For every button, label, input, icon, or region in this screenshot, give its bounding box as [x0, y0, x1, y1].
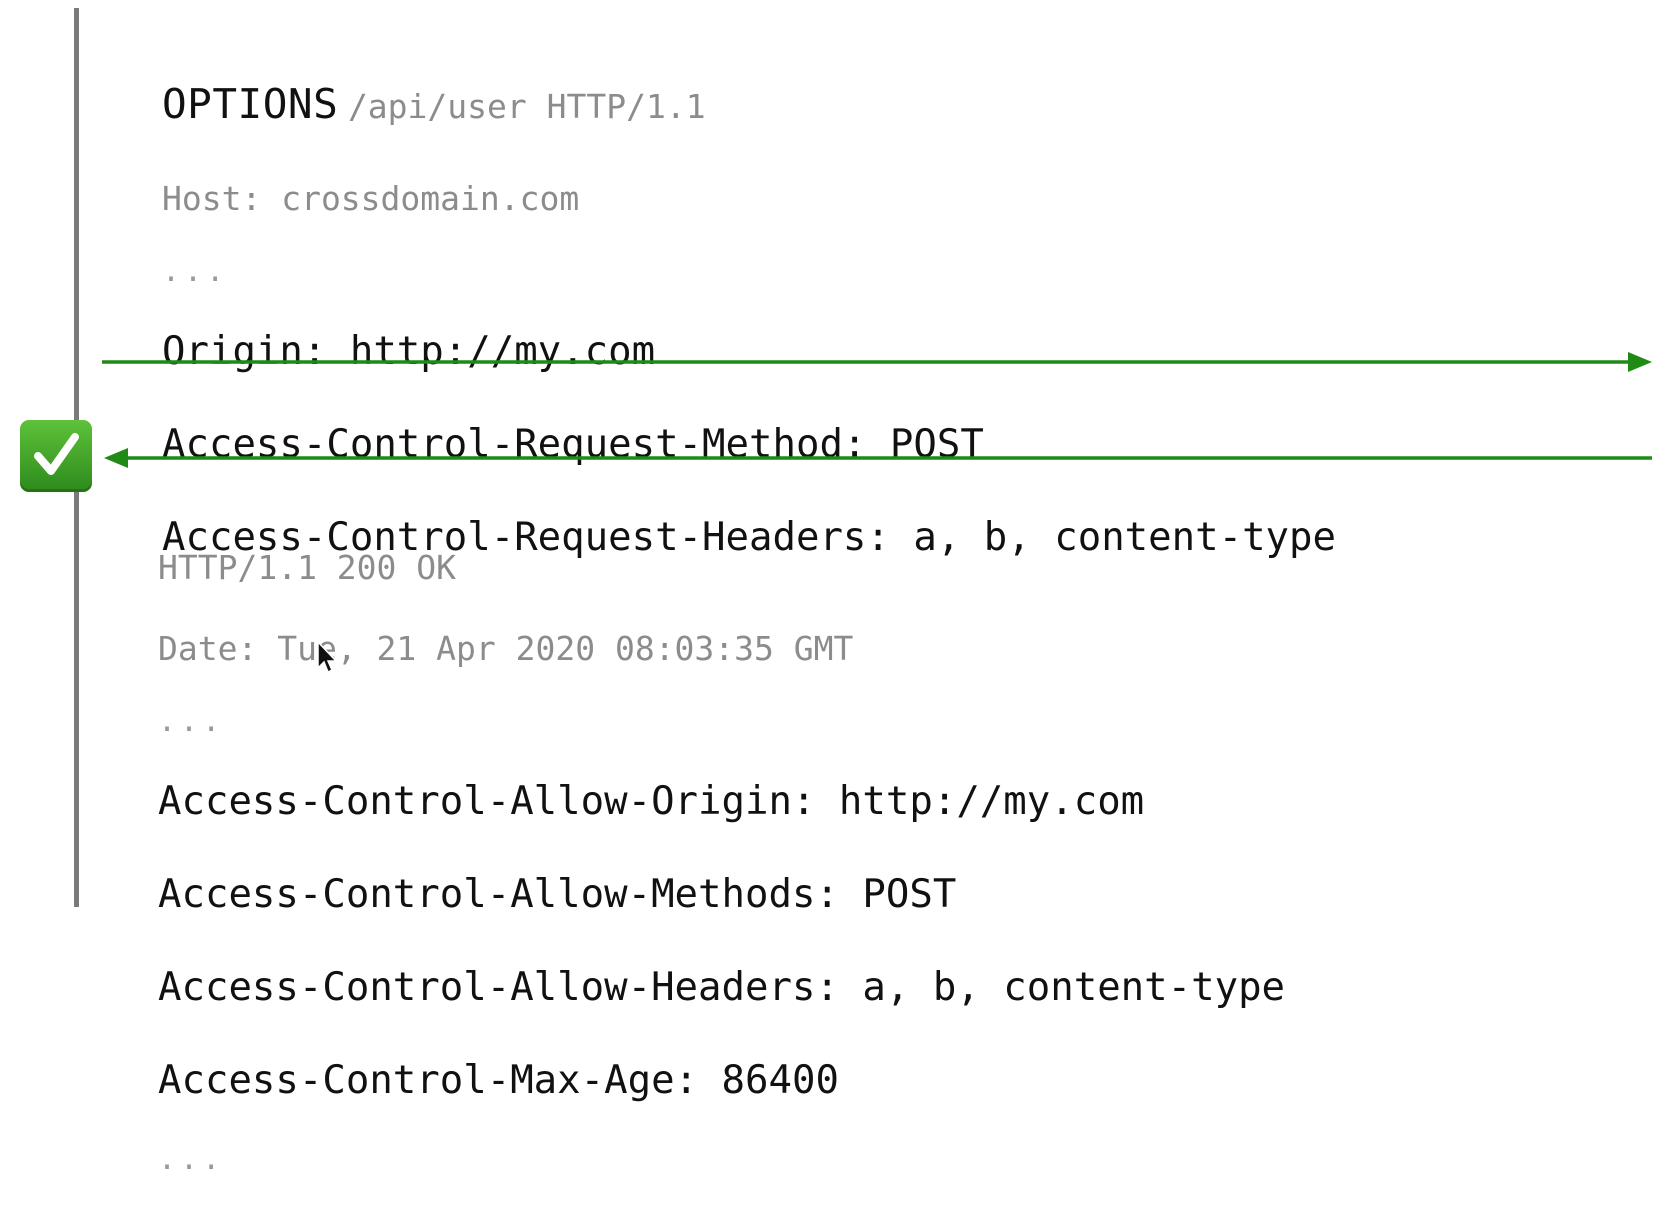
request-path: /api/user HTTP/1.1 [347, 87, 706, 126]
request-line: OPTIONS /api/user HTTP/1.1 [162, 78, 1336, 139]
request-ellipsis: ... [162, 254, 229, 289]
response-trailing-ellipsis: ... [158, 1142, 225, 1177]
response-header-allow-origin: Access-Control-Allow-Origin: http://my.c… [158, 779, 1145, 824]
response-arrow [104, 448, 1652, 468]
request-method: OPTIONS [162, 80, 339, 128]
response-ellipsis: ... [158, 704, 225, 739]
response-header-allow-headers: Access-Control-Allow-Headers: a, b, cont… [158, 965, 1286, 1010]
preflight-diagram: OPTIONS /api/user HTTP/1.1 Host: crossdo… [0, 0, 1675, 1175]
response-status-line: HTTP/1.1 200 OK [158, 548, 457, 587]
mouse-pointer-icon [317, 640, 338, 674]
request-arrow [102, 352, 1652, 372]
response-header-allow-methods: Access-Control-Allow-Methods: POST [158, 872, 957, 917]
response-header-max-age: Access-Control-Max-Age: 86400 [158, 1058, 839, 1103]
request-host: Host: crossdomain.com [162, 179, 580, 218]
preflight-response: HTTP/1.1 200 OK Date: Tue, 21 Apr 2020 0… [158, 508, 1285, 1212]
check-mark-icon [20, 420, 92, 492]
